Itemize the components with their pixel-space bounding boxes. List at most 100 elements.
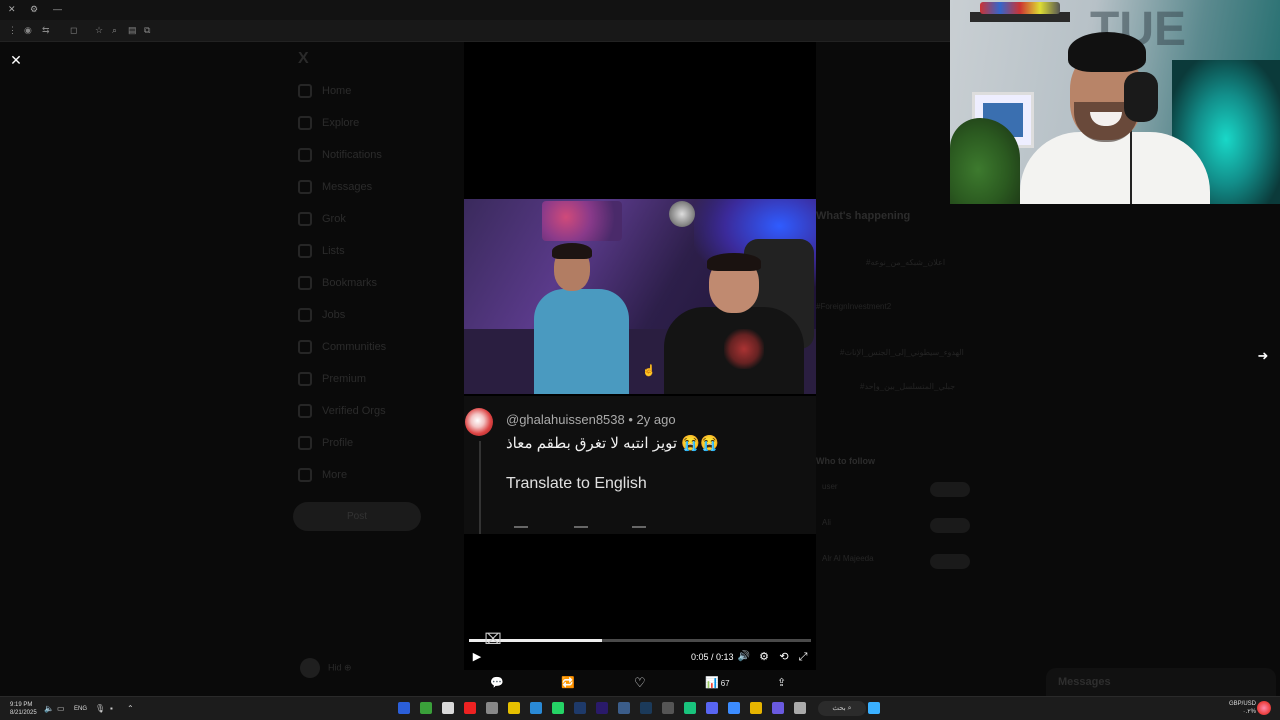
- comment-actions: [514, 526, 714, 534]
- copilot-icon[interactable]: [772, 702, 784, 714]
- taskbar-search[interactable]: بحث ⌕: [818, 701, 866, 716]
- reply-icon[interactable]: 💬: [490, 674, 504, 692]
- close-icon[interactable]: ✕: [8, 4, 16, 15]
- search-icon[interactable]: ⌕: [112, 25, 117, 36]
- messages-drawer[interactable]: Messages: [1046, 668, 1276, 696]
- capcut-watermark-icon: ⌧: [484, 631, 502, 648]
- video-progress-bar[interactable]: [469, 639, 811, 642]
- taskview-icon[interactable]: [794, 702, 806, 714]
- extension-icon[interactable]: ⇆: [42, 25, 50, 36]
- menu-icon[interactable]: ⋮: [8, 25, 17, 36]
- minimize-icon[interactable]: —: [53, 4, 62, 14]
- comment-meta: @ghalahuissen8538 • 2y ago: [506, 412, 676, 427]
- follow-suggestion: user: [816, 482, 970, 502]
- mic-icon[interactable]: 🎙: [95, 704, 105, 713]
- star-icon[interactable]: ☆: [95, 25, 103, 36]
- clock[interactable]: 9:19 PM 8/21/2025: [10, 701, 37, 717]
- people-icon: [298, 340, 312, 354]
- premium-icon: [298, 372, 312, 386]
- windows-start-icon[interactable]: [868, 702, 880, 714]
- video-player[interactable]: ☝ @ghalahuissen8538 • 2y ago تويز انتبه …: [464, 42, 816, 670]
- translate-link[interactable]: Translate to English: [506, 475, 647, 493]
- video-timecode: 0:05 / 0:13: [691, 652, 734, 662]
- post-button[interactable]: Post: [293, 502, 421, 531]
- nav-item-messages[interactable]: Messages: [298, 180, 448, 202]
- speaker-icon[interactable]: 🔈: [44, 704, 54, 713]
- loop-icon[interactable]: ⟲: [777, 649, 791, 665]
- account-switcher[interactable]: Hid ⊕: [300, 658, 450, 684]
- trend-item[interactable]: #اعلان_شبكه_من_نوعه: [866, 258, 945, 267]
- trend-item[interactable]: #جبلي_المتسلسل_بين_وإحد: [860, 382, 955, 391]
- screenshot-icon[interactable]: ⧉: [144, 25, 150, 36]
- follow-suggestion: Alr Al Majeeda: [816, 554, 970, 574]
- steam-icon[interactable]: [640, 702, 652, 714]
- tab-icon[interactable]: ◻: [70, 25, 77, 36]
- chart-icon: 📊: [705, 677, 719, 689]
- xbox-icon[interactable]: [420, 702, 432, 714]
- person-black-shirt: [664, 253, 804, 394]
- commenter-avatar: [465, 408, 493, 436]
- nav-item-home[interactable]: Home: [298, 84, 448, 106]
- nav-item-grok[interactable]: Grok: [298, 212, 448, 234]
- trend-item[interactable]: #ForeignInvestment2: [816, 302, 891, 311]
- follow-button[interactable]: [930, 482, 970, 497]
- settings-icon[interactable]: ⚙: [757, 649, 771, 665]
- settings-icon[interactable]: [662, 702, 674, 714]
- views-count: 67: [720, 679, 730, 688]
- trend-item[interactable]: #الهدوء_سيطوني_إلى_الجنس_الإناث: [840, 348, 964, 357]
- nav-item-lists[interactable]: Lists: [298, 244, 448, 266]
- chrome-icon[interactable]: [728, 702, 740, 714]
- profile-icon[interactable]: ◉: [24, 25, 32, 36]
- mic-app-icon[interactable]: [486, 702, 498, 714]
- photos-icon[interactable]: [530, 702, 542, 714]
- follow-button[interactable]: [930, 554, 970, 569]
- play-button[interactable]: ▶: [470, 649, 484, 665]
- whatsapp-icon[interactable]: [552, 702, 564, 714]
- next-media-icon[interactable]: ➜: [1255, 348, 1271, 364]
- more-icon: [298, 468, 312, 482]
- figurines: [980, 2, 1060, 14]
- repost-icon[interactable]: 🔁: [561, 674, 575, 692]
- network-icon[interactable]: ▭: [57, 704, 65, 713]
- nav-item-verified-orgs[interactable]: Verified Orgs: [298, 404, 448, 426]
- nav-item-bookmarks[interactable]: Bookmarks: [298, 276, 448, 298]
- currency-widget[interactable]: GBP/USD ۰.۲%: [1228, 700, 1256, 716]
- nav-item-profile[interactable]: Profile: [298, 436, 448, 458]
- mail-icon[interactable]: [618, 702, 630, 714]
- fullscreen-icon[interactable]: ⤢: [796, 649, 810, 665]
- video-frame-room: ☝: [464, 199, 816, 394]
- capcut-icon[interactable]: [684, 702, 696, 714]
- calendar-icon[interactable]: [442, 702, 454, 714]
- nav-item-premium[interactable]: Premium: [298, 372, 448, 394]
- language-indicator[interactable]: ENG: [74, 706, 87, 712]
- close-viewer-icon[interactable]: ✕: [8, 52, 24, 68]
- widget-icon[interactable]: [1257, 701, 1271, 715]
- whats-happening-panel: What's happening #اعلان_شبكه_من_نوعه #Fo…: [816, 210, 986, 466]
- photoshop-icon[interactable]: [574, 702, 586, 714]
- nav-item-jobs[interactable]: Jobs: [298, 308, 448, 330]
- nav-item-notifications[interactable]: Notifications: [298, 148, 448, 170]
- word-icon[interactable]: [398, 702, 410, 714]
- youtube-icon[interactable]: [464, 702, 476, 714]
- downloads-icon[interactable]: ▤: [128, 25, 137, 36]
- notes-icon[interactable]: [508, 702, 520, 714]
- envelope-icon: [298, 180, 312, 194]
- follow-button[interactable]: [930, 518, 970, 533]
- avatar: [300, 658, 320, 678]
- views-button[interactable]: 📊 67: [705, 674, 730, 692]
- grok-icon: [298, 212, 312, 226]
- volume-icon[interactable]: 🔊: [737, 649, 751, 665]
- nav-item-more[interactable]: More: [298, 468, 448, 490]
- chevron-up-icon[interactable]: ⌃: [127, 704, 134, 713]
- tray-app-icon[interactable]: ▪: [110, 704, 113, 713]
- premiere-icon[interactable]: [596, 702, 608, 714]
- comment-handle: @ghalahuissen8538: [506, 412, 625, 427]
- explorer-icon[interactable]: [750, 702, 762, 714]
- like-icon[interactable]: ♡: [634, 674, 646, 692]
- share-icon[interactable]: ⇪: [777, 674, 786, 692]
- nav-item-communities[interactable]: Communities: [298, 340, 448, 362]
- follow-suggestion: Ali: [816, 518, 970, 538]
- discord-icon[interactable]: [706, 702, 718, 714]
- settings-icon[interactable]: ⚙: [30, 4, 38, 15]
- nav-item-explore[interactable]: Explore: [298, 116, 448, 138]
